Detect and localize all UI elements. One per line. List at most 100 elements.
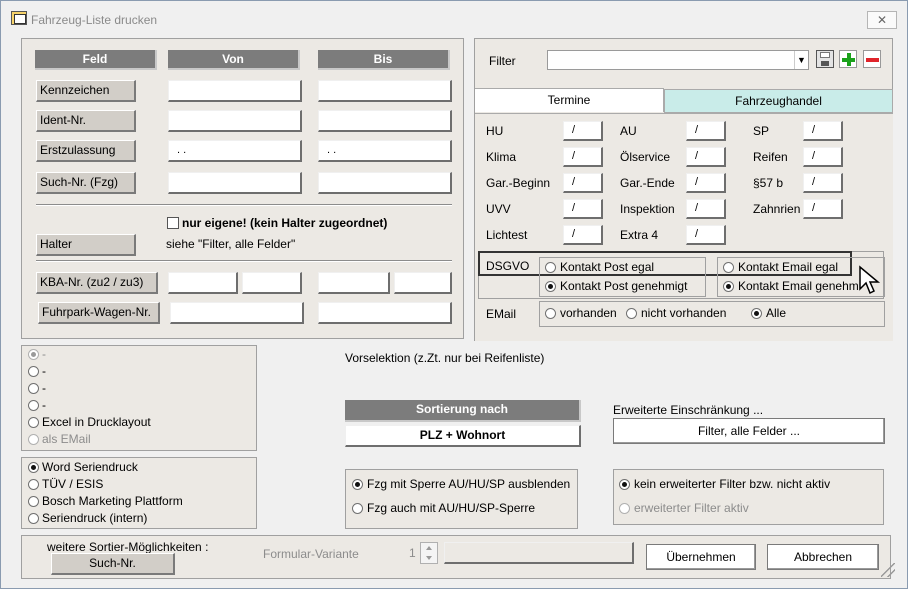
ident-button[interactable]: Ident-Nr. xyxy=(36,110,136,132)
label-extra4: Extra 4 xyxy=(620,228,659,242)
email-alle-radio[interactable] xyxy=(751,308,762,319)
formular-variante-field[interactable] xyxy=(444,542,634,564)
word-seriendruck-radio[interactable] xyxy=(28,462,39,473)
excel-radio[interactable] xyxy=(28,417,39,428)
erstzulassung-von-input[interactable]: . . xyxy=(168,140,302,162)
seriendruck-intern-radio[interactable] xyxy=(28,513,39,524)
nur-eigene-checkbox[interactable] xyxy=(167,217,179,229)
bosch-radio[interactable] xyxy=(28,496,39,507)
reifen-input[interactable]: / xyxy=(803,147,843,167)
gar-beginn-input[interactable]: / xyxy=(563,173,603,193)
als-email-radio[interactable] xyxy=(28,434,39,445)
erstzulassung-bis-input[interactable]: . . xyxy=(318,140,452,162)
sp-input[interactable]: / xyxy=(803,121,843,141)
such-nr-button[interactable]: Such-Nr. (Fzg) xyxy=(36,172,136,194)
post-genehmigt-radio[interactable] xyxy=(545,281,556,292)
sperre-ausblenden-radio[interactable] xyxy=(352,479,363,490)
email-vorhanden-radio[interactable] xyxy=(545,308,556,319)
kba-button[interactable]: KBA-Nr. (zu2 / zu3) xyxy=(36,272,158,294)
abbrechen-button[interactable]: Abbrechen xyxy=(767,544,879,570)
remove-icon[interactable] xyxy=(863,50,881,68)
klima-input[interactable]: / xyxy=(563,147,603,167)
filter-aktiv-radio[interactable] xyxy=(619,503,630,514)
window-title: Fahrzeug-Liste drucken xyxy=(31,13,158,27)
kba-bis-input-2[interactable] xyxy=(394,272,452,294)
filter-panel: Filter ▼ Termine Fahrzeughandel HU / AU … xyxy=(474,38,893,341)
ident-bis-input[interactable] xyxy=(318,110,452,132)
output-option-2-radio[interactable] xyxy=(28,366,39,377)
uebernehmen-button[interactable]: Übernehmen xyxy=(646,544,756,570)
output-option-4-label: - xyxy=(42,398,46,412)
inspektion-input[interactable]: / xyxy=(686,199,726,219)
email-genehmigt-label: Kontakt Email genehm xyxy=(738,279,859,293)
kein-filter-radio[interactable] xyxy=(619,479,630,490)
such-nr-sort-button[interactable]: Such-Nr. xyxy=(51,553,175,575)
kein-filter-label: kein erweiterter Filter bzw. nicht aktiv xyxy=(634,477,831,491)
kennzeichen-button[interactable]: Kennzeichen xyxy=(36,80,136,102)
such-nr-von-input[interactable] xyxy=(168,172,302,194)
label-sp: SP xyxy=(753,124,770,138)
mouse-cursor-icon xyxy=(859,265,881,295)
label-klima: Klima xyxy=(486,150,517,164)
lichtest-input[interactable]: / xyxy=(563,225,603,245)
zahnrien-input[interactable]: / xyxy=(803,199,843,219)
sortierung-value[interactable]: PLZ + Wohnort xyxy=(345,425,581,447)
email-alle-label: Alle xyxy=(766,306,787,320)
spin-up-icon[interactable] xyxy=(426,546,432,550)
add-icon[interactable] xyxy=(839,50,857,68)
resize-grip-icon[interactable] xyxy=(881,563,895,577)
tuv-esis-label: TÜV / ESIS xyxy=(42,477,104,491)
filter-select[interactable]: ▼ xyxy=(547,50,809,70)
erweiterte-einschraenkung-label: Erweiterte Einschränkung ... xyxy=(613,403,764,417)
output-option-3-label: - xyxy=(42,381,46,395)
hu-input[interactable]: / xyxy=(563,121,603,141)
als-email-label: als EMail xyxy=(42,432,91,446)
email-genehmigt-radio[interactable] xyxy=(723,281,734,292)
output-option-1-radio[interactable] xyxy=(28,349,39,360)
label-uvv: UVV xyxy=(486,202,511,216)
extra4-input[interactable]: / xyxy=(686,225,726,245)
fuhrpark-button[interactable]: Fuhrpark-Wagen-Nr. xyxy=(38,302,160,324)
ident-von-input[interactable] xyxy=(168,110,302,132)
sperre-auch-radio[interactable] xyxy=(352,503,363,514)
variant-spinner[interactable] xyxy=(420,542,438,564)
post-genehmigt-label: Kontakt Post genehmigt xyxy=(560,279,688,293)
word-seriendruck-label: Word Seriendruck xyxy=(42,460,138,474)
oelservice-input[interactable]: / xyxy=(686,147,726,167)
formular-variante-label: Formular-Variante xyxy=(263,547,359,561)
vorselektion-label: Vorselektion (z.Zt. nur bei Reifenliste) xyxy=(345,351,545,365)
sperre-ausblenden-label: Fzg mit Sperre AU/HU/SP ausblenden xyxy=(367,477,571,491)
kba-bis-input-1[interactable] xyxy=(318,272,390,294)
post-egal-label: Kontakt Post egal xyxy=(560,260,655,274)
spin-down-icon[interactable] xyxy=(426,556,432,560)
fuhrpark-von-input[interactable] xyxy=(170,302,304,324)
kba-von-input-1[interactable] xyxy=(168,272,238,294)
au-input[interactable]: / xyxy=(686,121,726,141)
kba-von-input-2[interactable] xyxy=(242,272,302,294)
chevron-down-icon[interactable]: ▼ xyxy=(794,51,808,69)
label-reifen: Reifen xyxy=(753,150,788,164)
tab-termine[interactable]: Termine xyxy=(475,88,664,112)
erstzulassung-button[interactable]: Erstzulassung xyxy=(36,140,136,162)
close-button[interactable]: ✕ xyxy=(867,11,897,29)
email-egal-radio[interactable] xyxy=(723,262,734,273)
filter-alle-felder-button[interactable]: Filter, alle Felder ... xyxy=(613,418,885,444)
halter-button[interactable]: Halter xyxy=(36,234,136,256)
email-nicht-label: nicht vorhanden xyxy=(641,306,727,320)
output-option-3-radio[interactable] xyxy=(28,383,39,394)
fuhrpark-bis-input[interactable] xyxy=(318,302,452,324)
uvv-input[interactable]: / xyxy=(563,199,603,219)
kennzeichen-von-input[interactable] xyxy=(168,80,302,102)
post-egal-radio[interactable] xyxy=(545,262,556,273)
nur-eigene-label: nur eigene! (kein Halter zugeordnet) xyxy=(182,216,388,230)
save-icon[interactable] xyxy=(816,50,834,68)
tuv-esis-radio[interactable] xyxy=(28,479,39,490)
label-gar-beginn: Gar.-Beginn xyxy=(486,176,551,190)
email-nicht-radio[interactable] xyxy=(626,308,637,319)
such-nr-bis-input[interactable] xyxy=(318,172,452,194)
kennzeichen-bis-input[interactable] xyxy=(318,80,452,102)
57b-input[interactable]: / xyxy=(803,173,843,193)
gar-ende-input[interactable]: / xyxy=(686,173,726,193)
output-option-4-radio[interactable] xyxy=(28,400,39,411)
tab-fahrzeughandel[interactable]: Fahrzeughandel xyxy=(664,89,893,113)
